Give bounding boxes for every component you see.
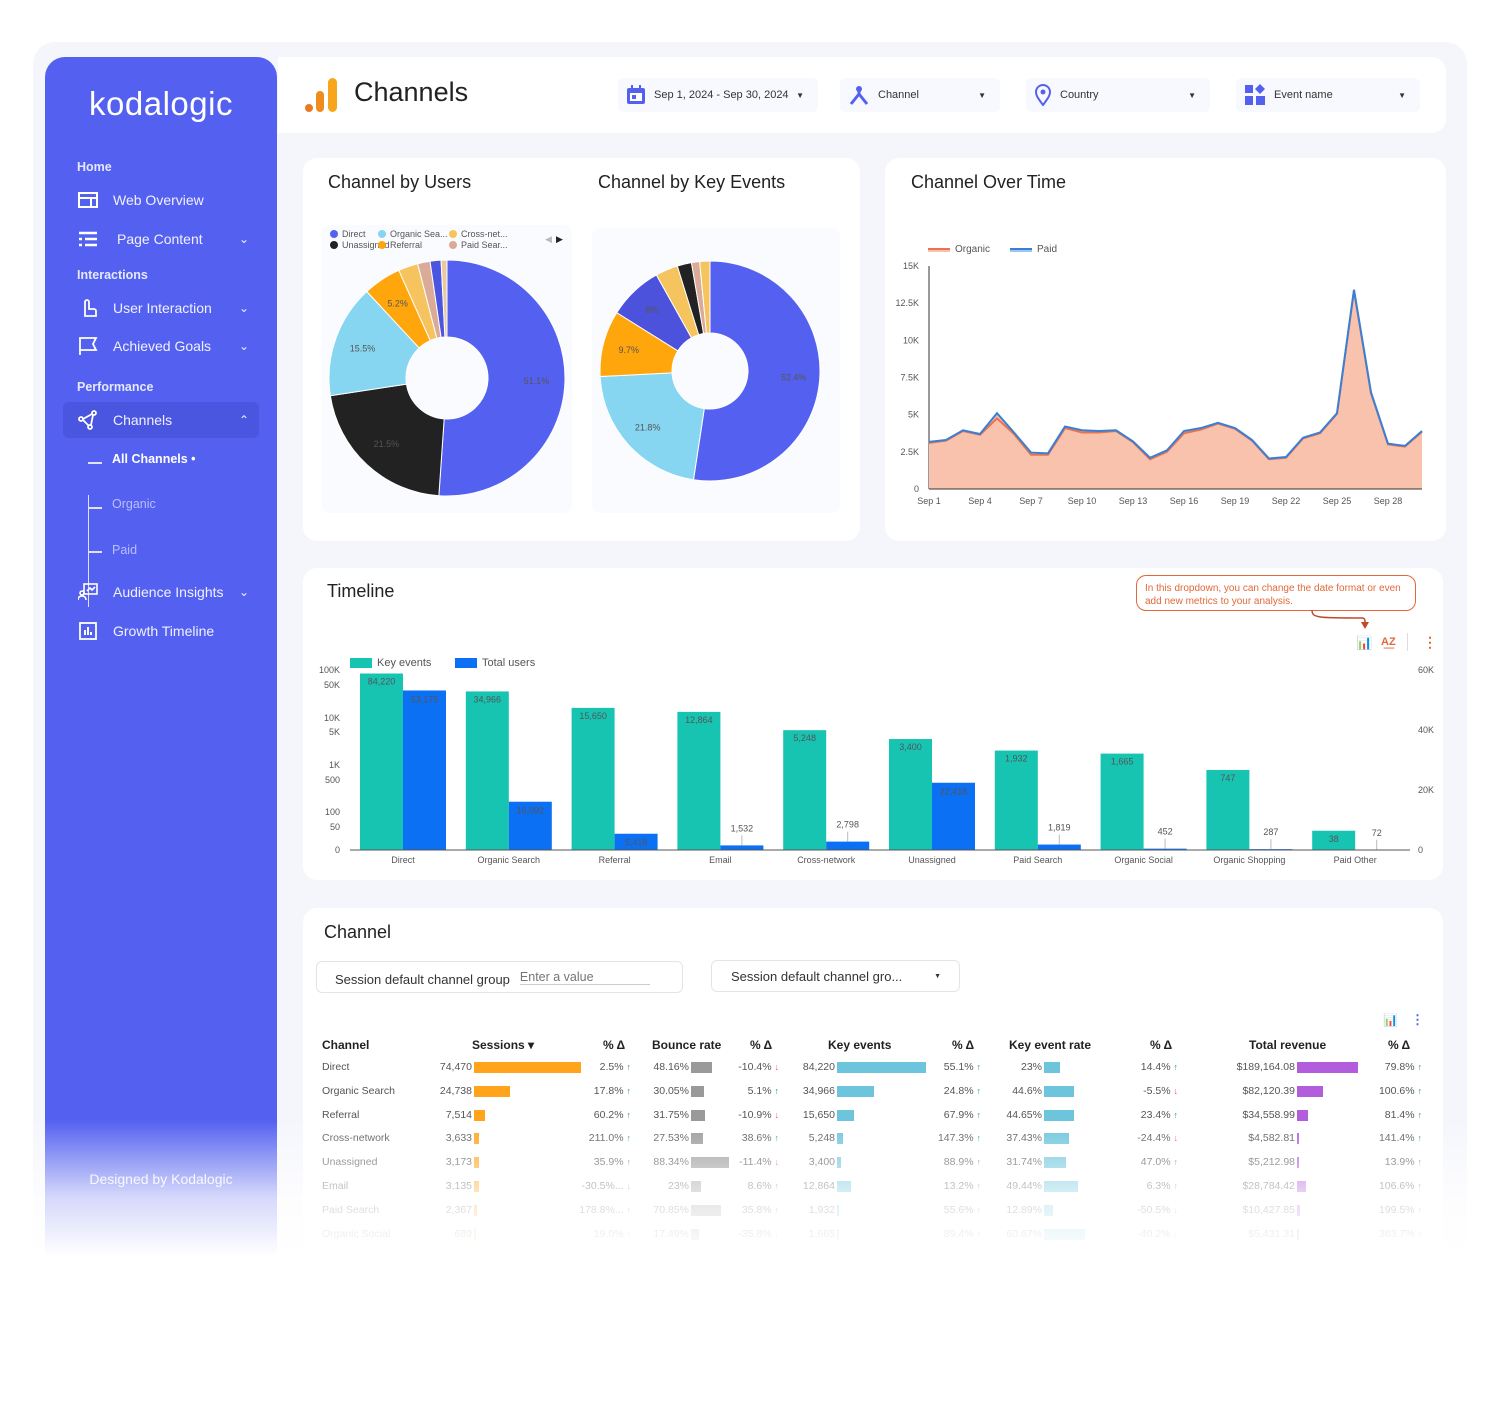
x-category-label: Paid Search [1013, 855, 1062, 865]
key-events-data-label: 12,864 [685, 715, 713, 725]
pie-slice-label: 52.4% [781, 372, 807, 382]
x-tick-label: Sep 25 [1323, 496, 1352, 506]
total-users-data-label: 287 [1263, 827, 1278, 837]
total-users-data-label: 452 [1158, 827, 1173, 837]
y-tick-label: 2.5K [900, 447, 919, 457]
left-y-tick-label: 50K [324, 680, 340, 690]
key-events-data-label: 38 [1329, 834, 1339, 844]
x-category-label: Organic Search [478, 855, 541, 865]
pie-slice-direct [692, 260, 821, 482]
x-category-label: Unassigned [908, 855, 956, 865]
key-events-data-label: 5,248 [793, 733, 816, 743]
right-y-tick-label: 20K [1418, 785, 1434, 795]
total-users-bar [720, 845, 764, 850]
y-tick-label: 15K [903, 261, 919, 271]
pie-slice-label: 9.7% [618, 345, 639, 355]
left-y-tick-label: 100K [319, 665, 340, 675]
right-y-tick-label: 0 [1418, 845, 1423, 855]
pie-slice-label: 5.2% [387, 298, 408, 308]
left-y-tick-label: 50 [330, 822, 340, 832]
total-users-data-label: 72 [1372, 828, 1382, 838]
key-events-bar [783, 730, 827, 850]
x-tick-label: Sep 1 [917, 496, 941, 506]
x-category-label: Organic Shopping [1213, 855, 1285, 865]
key-events-data-label: 1,932 [1005, 754, 1028, 764]
right-y-tick-label: 40K [1418, 725, 1434, 735]
x-category-label: Organic Social [1114, 855, 1173, 865]
key-events-data-label: 34,966 [474, 694, 502, 704]
left-y-tick-label: 5K [329, 727, 340, 737]
y-tick-label: 0 [914, 484, 919, 494]
total-users-data-label: 2,798 [836, 820, 859, 830]
x-tick-label: Sep 10 [1068, 496, 1097, 506]
pie-slice-label: 8% [646, 305, 659, 315]
total-users-data-label: 1,532 [731, 823, 754, 833]
x-tick-label: Sep 22 [1272, 496, 1301, 506]
x-tick-label: Sep 16 [1170, 496, 1199, 506]
x-category-label: Paid Other [1334, 855, 1377, 865]
x-tick-label: Sep 28 [1374, 496, 1403, 506]
y-tick-label: 5K [908, 410, 919, 420]
y-tick-label: 12.5K [895, 298, 919, 308]
x-tick-label: Sep 19 [1221, 496, 1250, 506]
key-events-bar [889, 739, 932, 850]
key-events-data-label: 84,220 [368, 677, 396, 687]
total-users-data-label: 53,175 [411, 694, 439, 704]
total-users-data-label: 16,092 [517, 806, 545, 816]
charts-layer: 51.1% 21.5% 15.5% 5.2% 52.4% 21.8% 9.7% 8% 0 2.5K… [319, 259, 1434, 865]
key-events-data-label: 747 [1220, 773, 1235, 783]
x-category-label: Cross-network [797, 855, 856, 865]
left-y-tick-label: 0 [335, 845, 340, 855]
left-y-tick-label: 10K [324, 713, 340, 723]
y-tick-label: 7.5K [900, 373, 919, 383]
x-tick-label: Sep 13 [1119, 496, 1148, 506]
total-users-data-label: 1,819 [1048, 823, 1071, 833]
right-y-tick-label: 60K [1418, 665, 1434, 675]
total-users-data-label: 5,418 [625, 838, 648, 848]
y-tick-label: 10K [903, 335, 919, 345]
key-events-bar [465, 691, 509, 850]
left-y-tick-label: 1K [329, 760, 340, 770]
left-y-tick-label: 100 [325, 807, 340, 817]
key-events-data-label: 1,665 [1111, 757, 1134, 767]
left-y-tick-label: 500 [325, 775, 340, 785]
pie-slice-label: 15.5% [350, 343, 376, 353]
key-events-bar [1100, 753, 1144, 850]
key-events-bar [571, 707, 615, 850]
key-events-bar [677, 711, 721, 850]
pie-slice-label: 51.1% [524, 376, 550, 386]
total-users-data-label: 22,418 [940, 787, 968, 797]
key-events-bar [994, 750, 1038, 850]
total-users-bar [1037, 844, 1081, 850]
total-users-bar [826, 841, 870, 850]
x-tick-label: Sep 4 [968, 496, 992, 506]
x-tick-label: Sep 7 [1019, 496, 1043, 506]
pie-slice-label: 21.8% [635, 422, 661, 432]
pie-slice-label: 21.5% [374, 439, 400, 449]
x-category-label: Direct [391, 855, 415, 865]
organic-area [929, 289, 1422, 489]
key-events-bar [360, 673, 403, 850]
x-category-label: Email [709, 855, 732, 865]
key-events-data-label: 3,400 [899, 742, 922, 752]
x-category-label: Referral [599, 855, 631, 865]
total-users-bar [403, 690, 446, 850]
key-events-data-label: 15,650 [579, 711, 607, 721]
